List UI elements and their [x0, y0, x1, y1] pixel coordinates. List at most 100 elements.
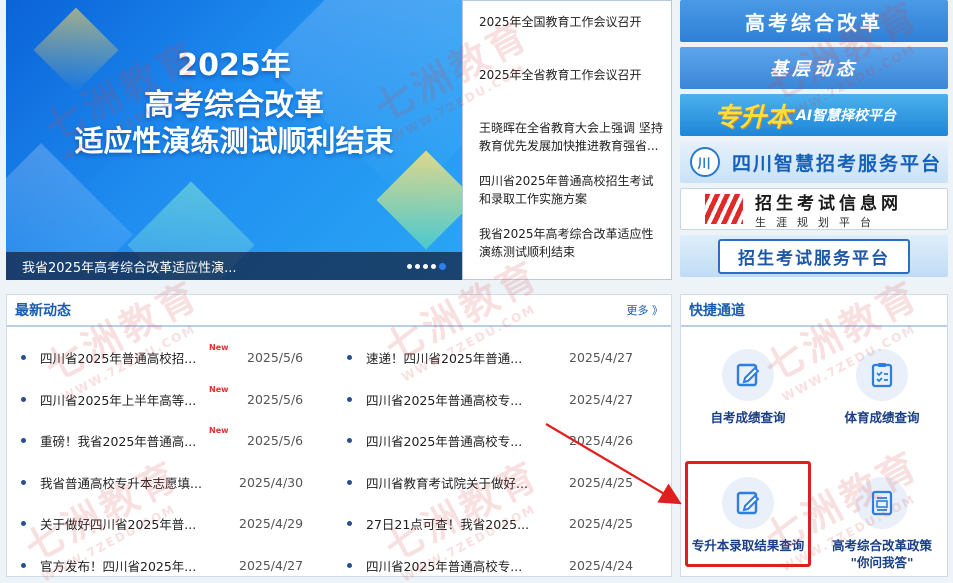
- news-row[interactable]: 官方发布！四川省2025年... 2025/4/27: [7, 545, 339, 583]
- news-date: 2025/4/27: [569, 391, 634, 407]
- clipboard-icon: [856, 349, 908, 401]
- side-links: 高考综合改革 基层动态 专升本 AI智慧择校平台 川 四川智慧招考服务平台 招生…: [680, 0, 948, 282]
- top-news-item[interactable]: 王晓晖在全省教育大会上强调 坚持教育优先发展加快推进教育强省...: [479, 119, 665, 155]
- news-row[interactable]: 四川省教育考试院关于做好... 2025/4/25: [339, 462, 671, 504]
- bullet-icon: [347, 562, 352, 568]
- carousel-dot[interactable]: [407, 263, 412, 269]
- bullet-icon: [21, 438, 26, 444]
- bullet-icon: [21, 479, 26, 485]
- news-title[interactable]: 官方发布！四川省2025年...: [40, 556, 196, 575]
- news-title[interactable]: 四川省2025年上半年高等...: [40, 390, 196, 409]
- news-title[interactable]: 四川省2025年普通高校专...: [366, 431, 522, 450]
- emblem-icon: 川: [690, 147, 720, 177]
- latest-news-header: 最新动态 更多 》: [7, 295, 671, 327]
- news-date: 2025/4/29: [239, 516, 304, 532]
- link-zhuanshengben-ai[interactable]: 专升本 AI智慧择校平台: [680, 94, 948, 136]
- news-date: 2025/4/26: [569, 433, 634, 449]
- bullet-icon: [21, 562, 26, 568]
- new-badge: New: [209, 343, 229, 352]
- news-column-left: 四川省2025年普通高校招... 2025/5/6 New 四川省2025年上半年高等…: [7, 337, 339, 583]
- quick-pe-score[interactable]: 体育成绩查询: [815, 349, 949, 426]
- link-exam-info-network[interactable]: 招生考试信息网 生涯规划平台: [680, 188, 948, 230]
- link-sublabel: 生涯规划平台: [755, 215, 881, 229]
- news-date: 2025/4/30: [239, 474, 304, 490]
- link-label: 四川智慧招考服务平台: [732, 152, 943, 175]
- news-date: 2025/4/27: [239, 557, 304, 573]
- news-date: 2025/4/24: [569, 557, 634, 573]
- page: 2025年 高考综合改革 适应性演练测试顺利结束 我省2025年高考综合改革适应…: [0, 0, 953, 583]
- news-title[interactable]: 四川省2025年普通高校专...: [366, 390, 522, 409]
- quick-label: 高考综合改革政策: [831, 538, 932, 553]
- news-title[interactable]: 四川省2025年普通高校招...: [40, 348, 196, 367]
- news-title[interactable]: 速递！四川省2025年普通...: [366, 348, 522, 367]
- banner-caption[interactable]: 我省2025年高考综合改革适应性演...: [22, 257, 407, 276]
- new-badge: New: [209, 426, 229, 435]
- news-row[interactable]: 重磅！我省2025年普通高... 2025/5/6 New: [7, 420, 339, 462]
- link-smart-exam-platform[interactable]: 川 四川智慧招考服务平台: [680, 141, 948, 183]
- banner-headline-subtitle: 适应性演练测试顺利结束: [74, 124, 394, 158]
- quick-access-header: 快捷通道: [681, 295, 947, 327]
- top-news-item[interactable]: 2025年全省教育工作会议召开: [479, 66, 665, 84]
- link-grassroots-news[interactable]: 基层动态: [680, 47, 948, 89]
- quick-self-exam-score[interactable]: 自考成绩查询: [681, 349, 815, 426]
- bullet-icon: [21, 355, 26, 361]
- news-title[interactable]: 重磅！我省2025年普通高...: [40, 431, 196, 450]
- edit-icon: [722, 349, 774, 401]
- news-row[interactable]: 我省普通高校专升本志愿填... 2025/4/30: [7, 462, 339, 504]
- link-label: 专升本: [714, 102, 793, 133]
- section-title: 最新动态: [15, 303, 71, 319]
- news-row[interactable]: 关于做好四川省2025年普... 2025/4/29: [7, 503, 339, 545]
- link-label: 招生考试信息网: [755, 193, 902, 214]
- link-gaokao-reform[interactable]: 高考综合改革: [680, 0, 948, 42]
- news-date: 2025/5/6: [247, 350, 304, 366]
- top-news-list: 2025年全国教育工作会议召开 2025年全省教育工作会议召开 王晓晖在全省教育…: [462, 0, 672, 280]
- news-date: 2025/5/6: [247, 433, 304, 449]
- more-link[interactable]: 更多 》: [627, 302, 664, 318]
- quick-label: 自考成绩查询: [710, 410, 786, 425]
- section-title: 快捷通道: [689, 303, 745, 319]
- link-label: 高考综合改革: [745, 10, 883, 35]
- news-title[interactable]: 27日21点可查！我省2025...: [366, 514, 529, 533]
- link-label: 招生考试服务平台: [718, 238, 910, 274]
- news-date: 2025/5/6: [247, 391, 304, 407]
- top-news-item[interactable]: 四川省2025年普通高校招生考试和录取工作实施方案: [479, 172, 665, 208]
- carousel-dots: [407, 262, 446, 270]
- news-date: 2025/4/27: [569, 350, 634, 366]
- carousel-dot[interactable]: [439, 262, 446, 270]
- quick-label: "你问我答": [850, 555, 914, 570]
- news-row[interactable]: 四川省2025年普通高校专... 2025/4/27: [339, 379, 671, 421]
- bullet-icon: [21, 396, 26, 402]
- document-icon: [856, 477, 908, 529]
- quick-access-panel: 快捷通道 自考成绩查询 体育成绩查询 专升本录取结果查询 高考综合改革政策 "你…: [680, 294, 948, 577]
- news-row[interactable]: 四川省2025年普通高校招... 2025/5/6 New: [7, 337, 339, 379]
- quick-label: 体育成绩查询: [844, 410, 920, 425]
- news-row[interactable]: 四川省2025年上半年高等... 2025/5/6 New: [7, 379, 339, 421]
- bullet-icon: [347, 355, 352, 361]
- banner-carousel[interactable]: 2025年 高考综合改革 适应性演练测试顺利结束 我省2025年高考综合改革适应…: [6, 0, 462, 280]
- bullet-icon: [347, 521, 352, 527]
- banner-caption-bar: 我省2025年高考综合改革适应性演...: [6, 252, 462, 280]
- news-row[interactable]: 速递！四川省2025年普通... 2025/4/27: [339, 337, 671, 379]
- news-date: 2025/4/25: [569, 516, 634, 532]
- link-sublabel: AI智慧择校平台: [796, 108, 897, 124]
- carousel-dot[interactable]: [415, 263, 420, 269]
- highlight-box: [685, 461, 811, 567]
- banner-headline-year: 2025年: [177, 48, 291, 83]
- top-news-item[interactable]: 我省2025年高考综合改革适应性演练测试顺利结束: [479, 225, 665, 261]
- link-exam-service-platform[interactable]: 招生考试服务平台: [680, 235, 948, 277]
- news-date: 2025/4/25: [569, 474, 634, 490]
- news-row[interactable]: 27日21点可查！我省2025... 2025/4/25: [339, 503, 671, 545]
- quick-gaokao-policy-qa[interactable]: 高考综合改革政策 "你问我答": [815, 477, 949, 571]
- news-column-right: 速递！四川省2025年普通... 2025/4/27 四川省2025年普通高校专..…: [339, 337, 671, 583]
- carousel-dot[interactable]: [431, 263, 436, 269]
- top-news-item[interactable]: 2025年全国教育工作会议召开: [479, 13, 665, 31]
- carousel-dot[interactable]: [423, 263, 428, 269]
- news-title[interactable]: 四川省教育考试院关于做好...: [366, 473, 528, 492]
- news-title[interactable]: 关于做好四川省2025年普...: [40, 514, 196, 533]
- news-title[interactable]: 我省普通高校专升本志愿填...: [40, 473, 202, 492]
- news-row[interactable]: 四川省2025年普通高校专... 2025/4/24: [339, 545, 671, 583]
- logo-stripes-icon: [705, 194, 743, 224]
- news-title[interactable]: 四川省2025年普通高校专...: [366, 556, 522, 575]
- bullet-icon: [347, 438, 352, 444]
- news-row[interactable]: 四川省2025年普通高校专... 2025/4/26: [339, 420, 671, 462]
